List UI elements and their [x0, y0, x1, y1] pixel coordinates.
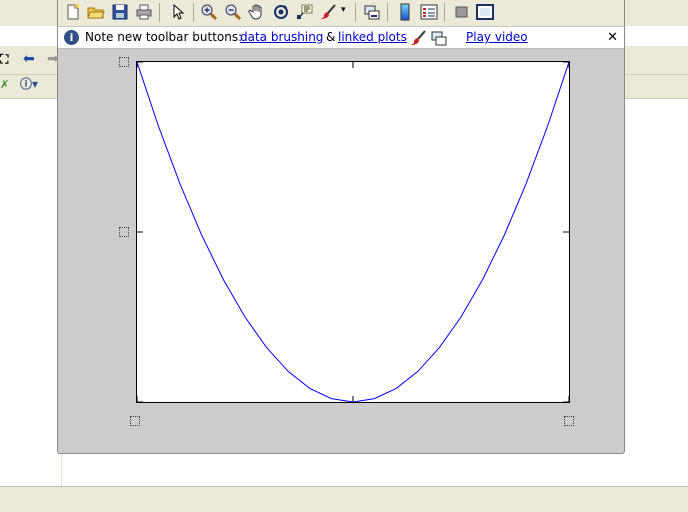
- link-plot-icon[interactable]: [363, 3, 381, 21]
- back-arrow-icon[interactable]: ⬅: [23, 52, 35, 66]
- ampersand-text: &: [326, 30, 336, 44]
- linked-plots-link[interactable]: linked plots: [338, 27, 407, 48]
- background-divider: [61, 454, 62, 486]
- legend-icon[interactable]: [420, 3, 438, 21]
- selection-handle-bottom-left[interactable]: [130, 416, 140, 426]
- toolbar-separator: [193, 3, 194, 22]
- series-line[interactable]: [137, 62, 569, 402]
- toolbar-note-bar: i Note new toolbar buttons: data brushin…: [58, 27, 624, 49]
- info-dropdown-icon[interactable]: ⓘ▾: [20, 77, 38, 91]
- data-cursor-icon[interactable]: [296, 3, 314, 21]
- print-icon[interactable]: [135, 3, 153, 21]
- brush-dropdown-icon[interactable]: ▾: [341, 5, 346, 15]
- brush-note-icon: [411, 30, 426, 45]
- refresh-icon[interactable]: ✗: [0, 78, 9, 92]
- plot-axes[interactable]: [136, 61, 570, 403]
- rotate-3d-icon[interactable]: [272, 3, 290, 21]
- new-figure-icon[interactable]: [64, 3, 82, 21]
- link-note-icon: [431, 31, 447, 46]
- toolbar-separator: [355, 3, 356, 22]
- colorbar-icon[interactable]: [396, 3, 414, 21]
- selection-handle-mid-left[interactable]: [119, 227, 129, 237]
- edit-plot-arrow-icon[interactable]: [169, 3, 187, 21]
- data-brush-icon[interactable]: [320, 3, 338, 21]
- selection-handle-bottom-right[interactable]: [564, 416, 574, 426]
- hide-plot-tools-icon[interactable]: [453, 3, 471, 21]
- open-folder-icon[interactable]: [87, 3, 105, 21]
- zoom-in-icon[interactable]: [200, 3, 218, 21]
- show-plot-tools-icon[interactable]: [476, 3, 494, 21]
- binoculars-icon[interactable]: ⛶: [0, 52, 8, 66]
- data-brushing-link[interactable]: data brushing: [240, 27, 323, 48]
- figure-window: ▾ i Note new toolbar buttons: data brush…: [57, 0, 625, 454]
- toolbar-separator: [444, 3, 445, 22]
- zoom-out-icon[interactable]: [224, 3, 242, 21]
- info-icon: i: [64, 30, 79, 45]
- save-icon[interactable]: [111, 3, 129, 21]
- figure-toolbar: ▾: [58, 0, 624, 27]
- play-video-link[interactable]: Play video: [466, 27, 528, 48]
- background-status-bar: [0, 486, 688, 512]
- toolbar-separator: [387, 3, 388, 22]
- note-text: Note new toolbar buttons:: [85, 30, 243, 44]
- pan-hand-icon[interactable]: [248, 3, 266, 21]
- toolbar-separator: [159, 3, 160, 22]
- plot-canvas: [137, 62, 569, 402]
- selection-handle-top-left[interactable]: [119, 57, 129, 67]
- close-note-icon[interactable]: ✕: [607, 27, 618, 48]
